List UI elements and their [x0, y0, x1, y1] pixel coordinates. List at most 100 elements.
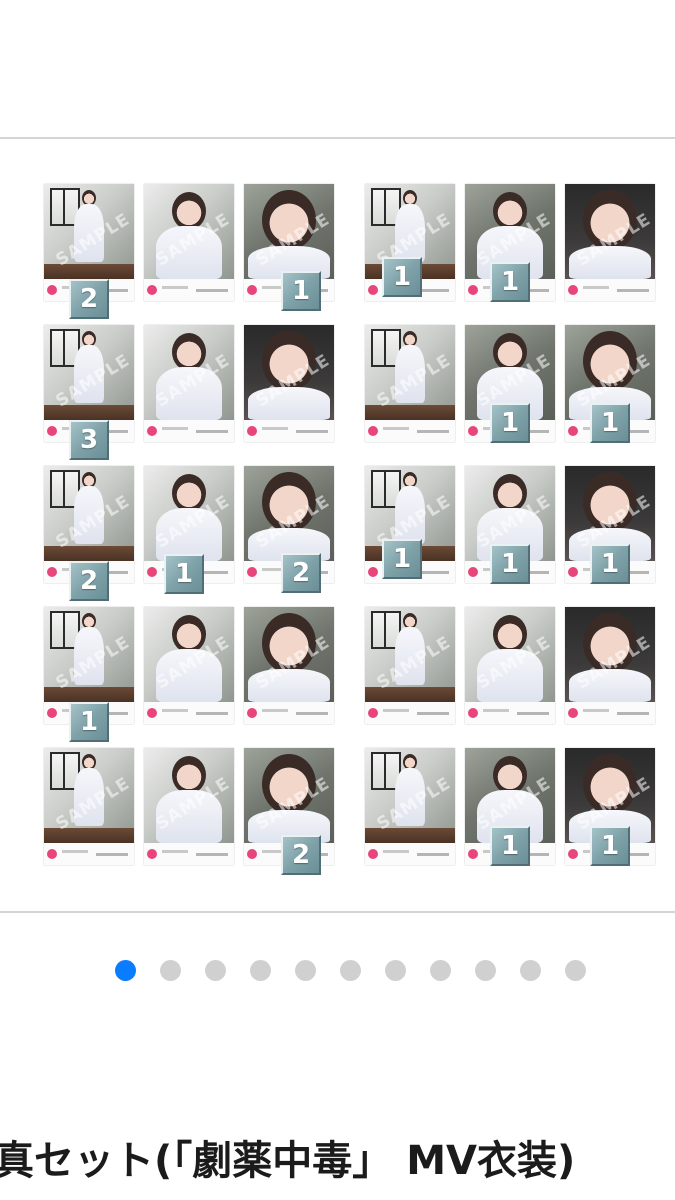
caption-text-line — [162, 850, 188, 853]
caption-text-line — [383, 427, 409, 430]
photo-card[interactable]: SAMPLE — [365, 748, 455, 865]
group-logo-icon — [147, 567, 157, 577]
photo-caption-strip — [144, 420, 234, 442]
photo-caption-strip — [144, 702, 234, 724]
group-logo-icon — [368, 849, 378, 859]
group-logo-icon — [368, 708, 378, 718]
quantity-badge: 1 — [590, 826, 630, 866]
group-logo-icon — [147, 426, 157, 436]
caption-text-line — [162, 709, 188, 712]
group-logo-icon — [247, 849, 257, 859]
group-logo-icon — [468, 285, 478, 295]
group-logo-icon — [568, 849, 578, 859]
group-logo-icon — [247, 426, 257, 436]
pagination-dot[interactable] — [250, 960, 271, 981]
quantity-badge: 2 — [69, 279, 109, 319]
pagination-dot[interactable] — [565, 960, 586, 981]
group-logo-icon — [468, 426, 478, 436]
photo-card[interactable]: SAMPLE — [365, 607, 455, 724]
photo-caption-strip — [144, 843, 234, 865]
carousel-pagination — [115, 960, 595, 982]
photo-caption-strip — [44, 843, 134, 865]
group-logo-icon — [368, 285, 378, 295]
group-logo-icon — [568, 285, 578, 295]
photo-card[interactable]: SAMPLE — [144, 748, 234, 865]
group-logo-icon — [147, 849, 157, 859]
member-name-line — [296, 712, 328, 715]
caption-text-line — [262, 427, 288, 430]
group-logo-icon — [147, 285, 157, 295]
quantity-badge: 1 — [490, 826, 530, 866]
pagination-dot[interactable] — [520, 960, 541, 981]
photo-set-grid: SAMPLE 2 SAMPLE SAMPLE 1 SAMPLE 1 SAMPLE 1 SAMPLE… — [0, 139, 675, 915]
pagination-dot[interactable] — [385, 960, 406, 981]
group-logo-icon — [47, 567, 57, 577]
photo-card[interactable]: SAMPLE — [465, 607, 555, 724]
pagination-dot[interactable] — [160, 960, 181, 981]
member-name-line — [96, 853, 128, 856]
photo-caption-strip — [144, 279, 234, 301]
photo-caption-strip — [365, 702, 455, 724]
group-logo-icon — [468, 708, 478, 718]
group-logo-icon — [247, 708, 257, 718]
member-name-line — [417, 430, 449, 433]
photo-caption-strip — [565, 279, 655, 301]
photo-card[interactable]: SAMPLE — [365, 325, 455, 442]
caption-text-line — [383, 850, 409, 853]
group-logo-icon — [47, 708, 57, 718]
photo-card[interactable]: SAMPLE — [144, 607, 234, 724]
group-logo-icon — [568, 708, 578, 718]
pagination-dot-active[interactable] — [115, 960, 136, 981]
caption-text-line — [62, 850, 88, 853]
photo-card[interactable]: SAMPLE — [144, 184, 234, 301]
member-name-line — [617, 712, 649, 715]
quantity-badge: 2 — [281, 835, 321, 875]
caption-text-line — [162, 286, 188, 289]
member-name-line — [196, 430, 228, 433]
group-logo-icon — [47, 426, 57, 436]
quantity-badge: 3 — [69, 420, 109, 460]
photo-card[interactable]: SAMPLE — [244, 325, 334, 442]
group-logo-icon — [368, 426, 378, 436]
group-logo-icon — [468, 849, 478, 859]
caption-text-line — [162, 427, 188, 430]
pagination-dot[interactable] — [430, 960, 451, 981]
photo-card[interactable]: SAMPLE — [244, 607, 334, 724]
member-name-line — [617, 289, 649, 292]
pagination-dot[interactable] — [340, 960, 361, 981]
quantity-badge: 1 — [490, 262, 530, 302]
member-name-line — [196, 853, 228, 856]
group-logo-icon — [468, 567, 478, 577]
header-blank-area — [0, 0, 675, 137]
quantity-badge: 1 — [590, 403, 630, 443]
member-name-line — [517, 712, 549, 715]
member-name-line — [196, 712, 228, 715]
pagination-dot[interactable] — [475, 960, 496, 981]
photo-caption-strip — [244, 702, 334, 724]
group-logo-icon — [147, 708, 157, 718]
photo-card[interactable]: SAMPLE — [565, 184, 655, 301]
caption-text-line — [583, 709, 609, 712]
group-logo-icon — [368, 567, 378, 577]
quantity-badge: 1 — [382, 539, 422, 579]
pagination-dot[interactable] — [295, 960, 316, 981]
photo-card[interactable]: SAMPLE — [565, 607, 655, 724]
quantity-badge: 2 — [281, 553, 321, 593]
photo-caption-strip — [465, 702, 555, 724]
group-logo-icon — [247, 567, 257, 577]
photo-card[interactable]: SAMPLE — [44, 748, 134, 865]
member-name-line — [417, 712, 449, 715]
photo-caption-strip — [565, 702, 655, 724]
group-logo-icon — [568, 567, 578, 577]
quantity-badge: 1 — [382, 257, 422, 297]
pagination-dot[interactable] — [205, 960, 226, 981]
caption-text-line — [583, 286, 609, 289]
quantity-badge: 2 — [69, 561, 109, 601]
caption-text-line — [262, 709, 288, 712]
caption-text-line — [483, 709, 509, 712]
photo-card[interactable]: SAMPLE — [144, 325, 234, 442]
photo-carousel[interactable]: SAMPLE 2 SAMPLE SAMPLE 1 SAMPLE 1 SAMPLE 1 SAMPLE… — [0, 137, 675, 913]
group-logo-icon — [568, 426, 578, 436]
group-logo-icon — [47, 285, 57, 295]
quantity-badge: 1 — [164, 554, 204, 594]
